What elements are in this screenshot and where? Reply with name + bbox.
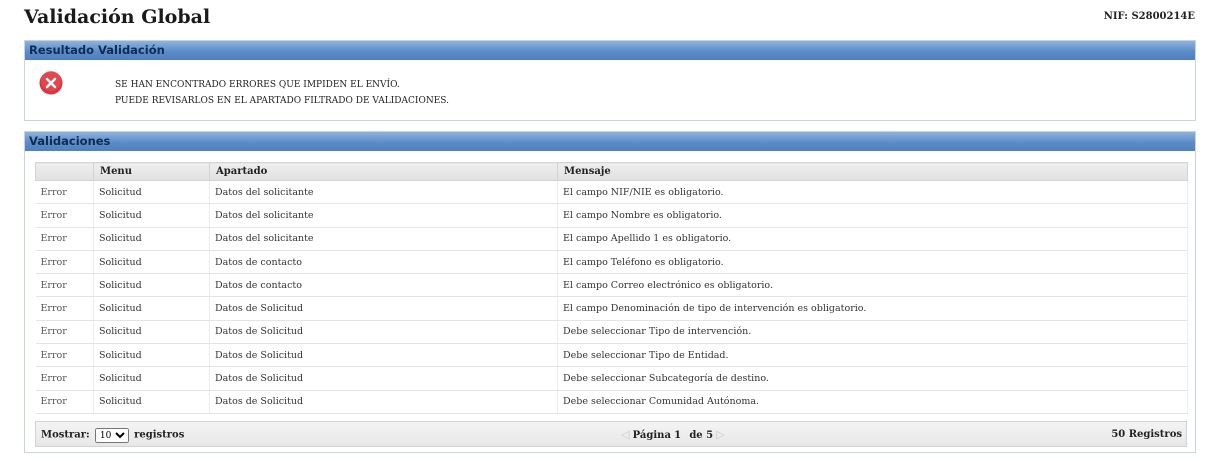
cell-menu: Solicitud bbox=[93, 180, 210, 205]
table-row[interactable]: Error Solicitud Datos de Solicitud Debe … bbox=[35, 343, 1188, 368]
table-row[interactable]: Error Solicitud Datos de contacto El cam… bbox=[35, 250, 1188, 275]
cell-menu: Solicitud bbox=[93, 390, 210, 414]
cell-apartado: Datos de contacto bbox=[209, 273, 558, 298]
cell-type: Error bbox=[35, 203, 94, 228]
result-message-line2: PUEDE REVISARLOS EN EL APARTADO FILTRADO… bbox=[115, 96, 449, 106]
cell-apartado: Datos de Solicitud bbox=[209, 390, 558, 414]
column-header-type[interactable] bbox=[35, 162, 94, 181]
cell-mensaje: Debe seleccionar Tipo de Entidad. bbox=[557, 343, 1188, 368]
error-x-icon bbox=[39, 71, 63, 95]
cell-menu: Solicitud bbox=[93, 250, 210, 275]
cell-apartado: Datos de Solicitud bbox=[209, 343, 558, 368]
cell-apartado: Datos de Solicitud bbox=[209, 320, 558, 345]
page-header: Validación Global NIF: S2800214E bbox=[24, 6, 1195, 34]
nif-label: NIF: S2800214E bbox=[1103, 11, 1195, 22]
cell-apartado: Datos del solicitante bbox=[209, 180, 558, 205]
page-size-control: Mostrar: 10 registros bbox=[41, 428, 184, 443]
cell-mensaje: El campo NIF/NIE es obligatorio. bbox=[557, 180, 1188, 205]
table-row[interactable]: Error Solicitud Datos del solicitante El… bbox=[35, 180, 1188, 205]
result-panel: Resultado Validación SE HAN ENCONTRADO E… bbox=[24, 40, 1196, 121]
validations-panel: Validaciones Menu Apartado Mensaje Error… bbox=[24, 131, 1196, 453]
total-records: 50 Registros bbox=[1111, 429, 1182, 440]
table-row[interactable]: Error Solicitud Datos de contacto El cam… bbox=[35, 273, 1188, 298]
table-row[interactable]: Error Solicitud Datos de Solicitud Debe … bbox=[35, 320, 1188, 345]
cell-menu: Solicitud bbox=[93, 227, 210, 251]
cell-type: Error bbox=[35, 273, 94, 298]
cell-menu: Solicitud bbox=[93, 203, 210, 228]
cell-apartado: Datos de contacto bbox=[209, 250, 558, 275]
table-row[interactable]: Error Solicitud Datos de Solicitud El ca… bbox=[35, 296, 1188, 321]
show-label: Mostrar: bbox=[41, 429, 90, 441]
table-row[interactable]: Error Solicitud Datos de Solicitud Debe … bbox=[35, 390, 1188, 414]
cell-mensaje: Debe seleccionar Comunidad Autónoma. bbox=[557, 390, 1188, 414]
cell-apartado: Datos de Solicitud bbox=[209, 366, 558, 391]
column-header-menu[interactable]: Menu bbox=[93, 162, 210, 181]
previous-page-icon[interactable]: ◁ bbox=[621, 428, 629, 441]
validations-panel-title: Validaciones bbox=[25, 132, 1195, 151]
table-row[interactable]: Error Solicitud Datos de Solicitud Debe … bbox=[35, 366, 1188, 391]
page-title: Validación Global bbox=[24, 6, 211, 28]
cell-mensaje: El campo Denominación de tipo de interve… bbox=[557, 296, 1188, 321]
column-header-apartado[interactable]: Apartado bbox=[209, 162, 558, 181]
table-row[interactable]: Error Solicitud Datos del solicitante El… bbox=[35, 227, 1188, 251]
table-row[interactable]: Error Solicitud Datos del solicitante El… bbox=[35, 203, 1188, 228]
records-label: registros bbox=[134, 429, 185, 441]
cell-mensaje: El campo Correo electrónico es obligator… bbox=[557, 273, 1188, 298]
cell-type: Error bbox=[35, 227, 94, 251]
pagination: ◁ Página 1 de 5 ▷ bbox=[621, 428, 725, 441]
cell-menu: Solicitud bbox=[93, 273, 210, 298]
cell-mensaje: El campo Nombre es obligatorio. bbox=[557, 203, 1188, 228]
cell-type: Error bbox=[35, 320, 94, 345]
table-header-row: Menu Apartado Mensaje bbox=[35, 162, 1188, 181]
cell-menu: Solicitud bbox=[93, 343, 210, 368]
page-number-input[interactable]: 1 bbox=[674, 430, 686, 441]
cell-apartado: Datos del solicitante bbox=[209, 203, 558, 228]
cell-type: Error bbox=[35, 296, 94, 321]
next-page-icon[interactable]: ▷ bbox=[716, 428, 724, 441]
result-message-line1: SE HAN ENCONTRADO ERRORES QUE IMPIDEN EL… bbox=[115, 80, 400, 90]
cell-mensaje: Debe seleccionar Subcategoría de destino… bbox=[557, 366, 1188, 391]
cell-menu: Solicitud bbox=[93, 320, 210, 345]
cell-apartado: Datos de Solicitud bbox=[209, 296, 558, 321]
cell-type: Error bbox=[35, 343, 94, 368]
cell-type: Error bbox=[35, 390, 94, 414]
result-message: SE HAN ENCONTRADO ERRORES QUE IMPIDEN EL… bbox=[115, 77, 449, 109]
cell-mensaje: Debe seleccionar Tipo de intervención. bbox=[557, 320, 1188, 345]
cell-type: Error bbox=[35, 250, 94, 275]
page-of-label: de 5 bbox=[689, 430, 714, 441]
cell-mensaje: El campo Teléfono es obligatorio. bbox=[557, 250, 1188, 275]
pager-bar: Mostrar: 10 registros ◁ Página 1 de 5 ▷ … bbox=[35, 421, 1187, 447]
page-label: Página bbox=[632, 430, 671, 441]
cell-apartado: Datos del solicitante bbox=[209, 227, 558, 251]
page-size-select[interactable]: 10 bbox=[94, 428, 129, 443]
cell-type: Error bbox=[35, 180, 94, 205]
cell-mensaje: El campo Apellido 1 es obligatorio. bbox=[557, 227, 1188, 251]
validations-table: Menu Apartado Mensaje Error Solicitud Da… bbox=[35, 162, 1188, 414]
cell-menu: Solicitud bbox=[93, 296, 210, 321]
result-panel-title: Resultado Validación bbox=[25, 41, 1195, 60]
cell-menu: Solicitud bbox=[93, 366, 210, 391]
cell-type: Error bbox=[35, 366, 94, 391]
column-header-mensaje[interactable]: Mensaje bbox=[557, 162, 1188, 181]
